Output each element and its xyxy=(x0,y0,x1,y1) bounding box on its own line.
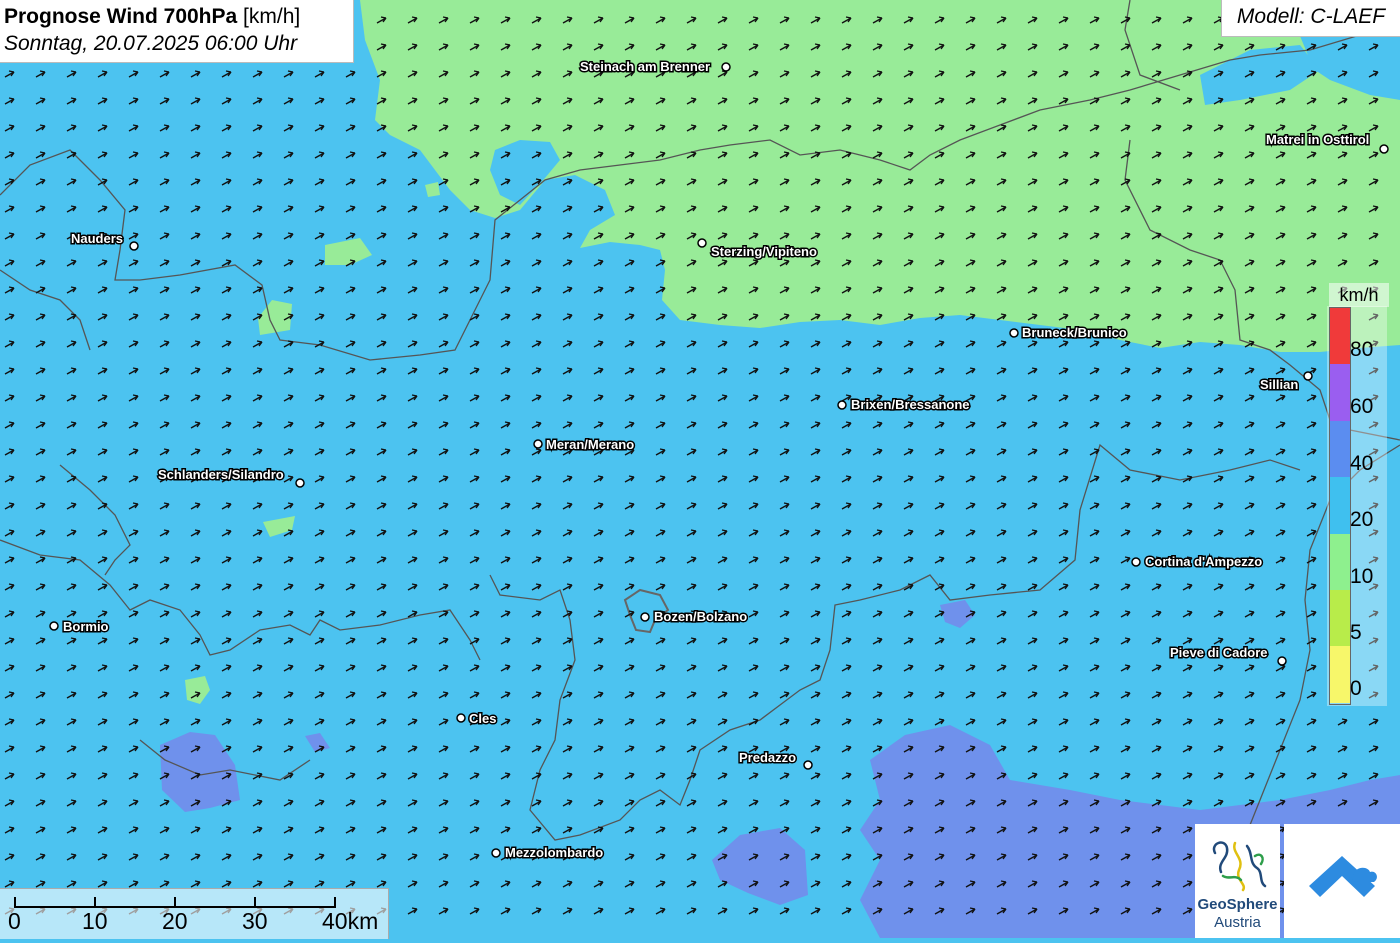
map-datetime: Sonntag, 20.07.2025 06:00 Uhr xyxy=(4,32,298,55)
scale-tick xyxy=(174,897,176,908)
legend-swatch xyxy=(1330,308,1350,365)
city-label: Pieve di Cadore xyxy=(1170,645,1268,660)
legend-label: 10 xyxy=(1350,565,1374,588)
scale-label: 10 xyxy=(82,908,108,934)
scale-tick xyxy=(14,897,16,908)
city-marker: Bozen/Bolzano xyxy=(640,608,749,626)
city-dot xyxy=(295,478,305,488)
city-label: Sterzing/Vipiteno xyxy=(711,244,817,259)
legend-swatch xyxy=(1330,364,1350,421)
city-dot xyxy=(640,612,650,622)
legend-swatch xyxy=(1330,533,1350,590)
legend-label: 40 xyxy=(1350,452,1374,475)
city-dot xyxy=(49,621,59,631)
city-dot xyxy=(491,848,501,858)
city-dot xyxy=(1379,144,1389,154)
city-marker: Bruneck/Brunico xyxy=(1009,324,1128,342)
city-label: Predazzo xyxy=(739,750,796,765)
legend-label: 5 xyxy=(1350,621,1362,644)
scale-tick xyxy=(334,897,336,908)
city-dot xyxy=(1303,371,1313,381)
model-label: Modell: C-LAEF xyxy=(1221,0,1400,37)
city-label: Matrei in Osttirol xyxy=(1266,132,1369,147)
legend-unit: km/h xyxy=(1329,283,1389,307)
scale-label: 40km xyxy=(322,908,379,934)
city-label: Steinach am Brenner xyxy=(580,59,710,74)
logo-line1: GeoSphere xyxy=(1197,896,1278,913)
city-marker: Steinach am Brenner xyxy=(579,58,731,76)
legend-swatch xyxy=(1330,646,1350,703)
title-box: Prognose Wind 700hPa [km/h] Sonntag, 20.… xyxy=(0,0,354,63)
partner-logo xyxy=(1284,824,1400,938)
logo-line2: Austria xyxy=(1214,914,1261,931)
city-dot xyxy=(129,241,139,251)
city-label: Meran/Merano xyxy=(546,437,634,452)
geosphere-logo: GeoSphere Austria xyxy=(1195,824,1280,938)
city-dot xyxy=(533,439,543,449)
city-dot xyxy=(1009,328,1019,338)
geosphere-emblem-icon xyxy=(1212,841,1267,892)
city-marker: Meran/Merano xyxy=(533,436,636,454)
city-dot xyxy=(721,62,731,72)
city-label: Cortina d'Ampezzo xyxy=(1145,554,1262,569)
legend-label: 60 xyxy=(1350,395,1374,418)
city-dot xyxy=(1131,557,1141,567)
city-dot xyxy=(803,760,813,770)
cloud-arrow-icon xyxy=(1309,856,1377,897)
city-dot xyxy=(837,400,847,410)
map-unit: [km/h] xyxy=(243,5,301,28)
city-dot xyxy=(456,713,466,723)
city-label: Sillian xyxy=(1260,377,1298,392)
city-label: Mezzolombardo xyxy=(505,845,603,860)
scale-label: 0 xyxy=(8,908,21,934)
legend-swatch xyxy=(1330,589,1350,647)
city-marker: Mezzolombardo xyxy=(491,844,605,862)
city-label: Nauders xyxy=(71,231,123,246)
scale-tick xyxy=(254,897,256,908)
city-marker: Cortina d'Ampezzo xyxy=(1131,553,1264,571)
wind-map: Steinach am Brenner Matrei in Osttirol Nau… xyxy=(0,0,1400,938)
scale-tick xyxy=(94,897,96,908)
city-dot xyxy=(697,238,707,248)
city-marker: Brixen/Bressanone xyxy=(837,396,971,414)
legend-label: 0 xyxy=(1350,677,1362,700)
city-label: Schlanders/Silandro xyxy=(158,467,284,482)
scale-label: 20 xyxy=(162,908,188,934)
city-label: Bruneck/Brunico xyxy=(1022,325,1127,340)
city-label: Brixen/Bressanone xyxy=(851,397,970,412)
map-title: Prognose Wind 700hPa xyxy=(4,5,238,28)
legend-label: 20 xyxy=(1350,508,1374,531)
scale-label: 30 xyxy=(242,908,268,934)
city-label: Bozen/Bolzano xyxy=(654,609,747,624)
legend-swatch xyxy=(1330,477,1350,534)
legend-swatch xyxy=(1330,420,1350,478)
city-label: Bormio xyxy=(63,619,109,634)
city-label: Cles xyxy=(469,711,496,726)
city-dot xyxy=(1277,656,1287,666)
legend-color-bar xyxy=(1329,307,1351,705)
legend-label: 80 xyxy=(1350,338,1374,361)
